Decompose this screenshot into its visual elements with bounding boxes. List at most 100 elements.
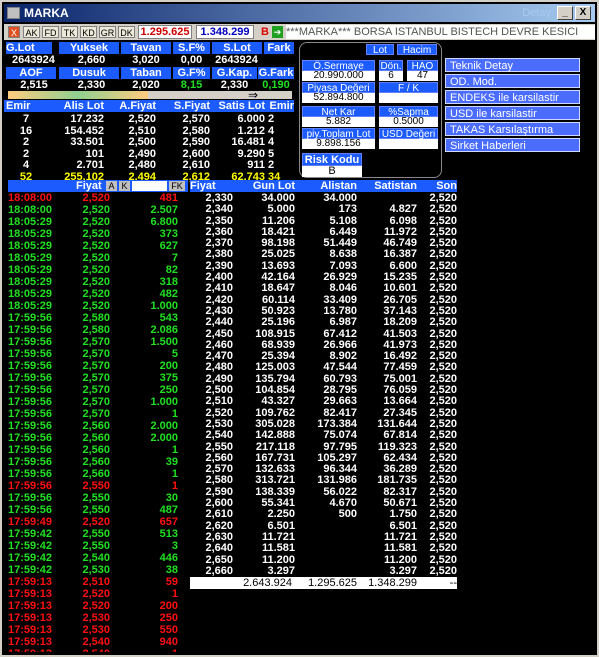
menu-item[interactable]: Sirket Haberleri — [445, 138, 580, 152]
depth-row[interactable]: 2,400 42.164 26.929 15.235 2,520 — [190, 271, 457, 283]
tab-gr[interactable]: GR — [99, 26, 116, 38]
depth-row[interactable]: 2,360 18.421 6.449 11.972 2,520 — [190, 226, 457, 238]
depth-row[interactable]: 2,530 305.028 173.384 131.644 2,520 — [190, 418, 457, 430]
trade-row[interactable]: 17:59:56 2,570 375 — [8, 372, 188, 384]
depth-row[interactable]: 2,450 108.915 67.412 41.503 2,520 — [190, 328, 457, 340]
order-row[interactable]: 2 33.501 2,500 2,590 16.481 4 — [4, 136, 294, 148]
depth-row[interactable]: 2,340 5.000 173 4.827 2,520 — [190, 203, 457, 215]
order-row[interactable]: 2 101 2,490 2,600 9.290 5 — [4, 148, 294, 160]
trade-row[interactable]: 17:59:13 2,510 59 — [8, 576, 188, 588]
range-slider[interactable]: ⇒ — [8, 88, 292, 102]
arrow-icon[interactable]: ➔ — [272, 26, 283, 38]
depth-row[interactable]: 2,510 43.327 29.663 13.664 2,520 — [190, 395, 457, 407]
fk-button[interactable]: FK — [169, 181, 185, 191]
tab-ak[interactable]: AK — [23, 26, 40, 38]
depth-row[interactable]: 2,380 25.025 8.638 16.387 2,520 — [190, 248, 457, 260]
trade-row[interactable]: 17:59:56 2,550 487 — [8, 504, 188, 516]
trade-row[interactable]: 17:59:56 2,570 5 — [8, 348, 188, 360]
menu-item[interactable]: Teknik Detay — [445, 58, 580, 72]
trade-row[interactable]: 17:59:56 2,570 1.500 — [8, 336, 188, 348]
depth-row[interactable]: 2,520 109.762 82.417 27.345 2,520 — [190, 407, 457, 419]
depth-row[interactable]: 2,350 11.206 5.108 6.098 2,520 — [190, 215, 457, 227]
a-button[interactable]: A — [106, 181, 117, 191]
menu-item[interactable]: TAKAS Karsılaştırma — [445, 122, 580, 136]
trade-row[interactable]: 17:59:56 2,560 1 — [8, 444, 188, 456]
depth-row[interactable]: 2,370 98.198 51.449 46.749 2,520 — [190, 237, 457, 249]
trade-row[interactable]: 17:59:56 2,560 1 — [8, 468, 188, 480]
trade-row[interactable]: 17:59:13 2,540 940 — [8, 636, 188, 648]
tab-kd[interactable]: KD — [80, 26, 97, 38]
depth-row[interactable]: 2,540 142.888 75.074 67.814 2,520 — [190, 429, 457, 441]
depth-row[interactable]: 2,390 13.693 7.093 6.600 2,520 — [190, 260, 457, 272]
lot-button[interactable]: Lot — [366, 44, 394, 56]
tab-fd[interactable]: FD — [42, 26, 59, 38]
trade-row[interactable]: 17:59:13 2,520 200 — [8, 600, 188, 612]
title-bar[interactable]: MARKA Detay _ X — [4, 4, 595, 22]
depth-row[interactable]: 2,500 104.854 28.795 76.059 2,520 — [190, 384, 457, 396]
order-row[interactable]: 16 154.452 2,510 2,580 1.212 4 — [4, 125, 294, 137]
depth-row[interactable]: 2,480 125.003 47.544 77.459 2,520 — [190, 361, 457, 373]
b-button[interactable]: B — [259, 26, 271, 38]
depth-row[interactable]: 2,460 68.939 26.966 41.973 2,520 — [190, 339, 457, 351]
depth-row[interactable]: 2,440 25.196 6.987 18.209 2,520 — [190, 316, 457, 328]
close-button[interactable]: X — [575, 6, 591, 20]
trade-row[interactable]: 17:59:13 2,530 550 — [8, 624, 188, 636]
menu-item[interactable]: USD ile karsilastir — [445, 106, 580, 120]
k-button[interactable]: K — [119, 181, 130, 191]
depth-row[interactable]: 2,620 6.501 6.501 2,520 — [190, 520, 457, 532]
depth-row[interactable]: 2,570 132.633 96.344 36.289 2,520 — [190, 463, 457, 475]
trade-row[interactable]: 18:05:29 2,520 7 — [8, 252, 188, 264]
trade-row[interactable]: 17:59:56 2,570 200 — [8, 360, 188, 372]
trade-row[interactable]: 18:05:29 2,520 6.800 — [8, 216, 188, 228]
depth-row[interactable]: 2,640 11.581 11.581 2,520 — [190, 542, 457, 554]
trade-row[interactable]: 17:59:42 2,540 446 — [8, 552, 188, 564]
trade-row[interactable]: 17:59:56 2,550 30 — [8, 492, 188, 504]
hacim-button[interactable]: Hacim — [397, 44, 437, 56]
depth-row[interactable]: 2,470 25.394 8.902 16.492 2,520 — [190, 350, 457, 362]
tab-dk[interactable]: DK — [118, 26, 135, 38]
trade-row[interactable]: 17:59:42 2,550 3 — [8, 540, 188, 552]
tab-tk[interactable]: TK — [61, 26, 78, 38]
depth-row[interactable]: 2,560 167.731 105.297 62.434 2,520 — [190, 452, 457, 464]
trade-row[interactable]: 17:59:42 2,550 513 — [8, 528, 188, 540]
trade-row[interactable]: 18:05:29 2,520 627 — [8, 240, 188, 252]
trade-row[interactable]: 18:08:00 2,520 481 — [8, 192, 188, 204]
trade-row[interactable]: 18:05:29 2,520 482 — [8, 288, 188, 300]
trade-row[interactable]: 17:59:56 2,560 2.000 — [8, 420, 188, 432]
depth-row[interactable]: 2,490 135.794 60.793 75.001 2,520 — [190, 373, 457, 385]
trade-row[interactable]: 17:59:56 2,560 39 — [8, 456, 188, 468]
menu-item[interactable]: OD. Mod. — [445, 74, 580, 88]
close-tab-button[interactable]: X — [8, 26, 20, 38]
trade-row[interactable]: 17:59:56 2,580 543 — [8, 312, 188, 324]
depth-row[interactable]: 2,650 11.200 11.200 2,520 — [190, 554, 457, 566]
depth-row[interactable]: 2,600 55.341 4.670 50.671 2,520 — [190, 497, 457, 509]
depth-row[interactable]: 2,610 2.250 500 1.750 2,520 — [190, 508, 457, 520]
depth-row[interactable]: 2,660 3.297 3.297 2,520 — [190, 565, 457, 577]
trade-row[interactable]: 17:59:56 2,560 2.000 — [8, 432, 188, 444]
trade-row[interactable]: 17:59:56 2,570 1 — [8, 408, 188, 420]
trade-row[interactable]: 18:05:29 2,520 82 — [8, 264, 188, 276]
trade-row[interactable]: 17:59:42 2,530 38 — [8, 564, 188, 576]
trade-row[interactable]: 17:59:13 2,540 1 — [8, 648, 188, 652]
trade-row[interactable]: 17:59:13 2,520 1 — [8, 588, 188, 600]
depth-row[interactable]: 2,590 138.339 56.022 82.317 2,520 — [190, 486, 457, 498]
trade-row[interactable]: 18:05:29 2,520 318 — [8, 276, 188, 288]
trade-row[interactable]: 17:59:56 2,580 2.086 — [8, 324, 188, 336]
trade-row[interactable]: 18:08:00 2,520 2.507 — [8, 204, 188, 216]
depth-row[interactable]: 2,550 217.118 97.795 119.323 2,520 — [190, 441, 457, 453]
depth-row[interactable]: 2,430 50.923 13.780 37.143 2,520 — [190, 305, 457, 317]
trade-row[interactable]: 17:59:56 2,550 1 — [8, 480, 188, 492]
order-row[interactable]: 7 17.232 2,520 2,570 6.000 2 — [4, 113, 294, 125]
depth-row[interactable]: 2,580 313.721 131.986 181.735 2,520 — [190, 474, 457, 486]
trade-row[interactable]: 17:59:13 2,530 250 — [8, 612, 188, 624]
depth-row[interactable]: 2,630 11.721 11.721 2,520 — [190, 531, 457, 543]
menu-item[interactable]: ENDEKS ile karsilastir — [445, 90, 580, 104]
filter-input[interactable] — [132, 181, 167, 191]
trade-row[interactable]: 17:59:56 2,570 1.000 — [8, 396, 188, 408]
depth-row[interactable]: 2,410 18.647 8.046 10.601 2,520 — [190, 282, 457, 294]
depth-row[interactable]: 2,420 60.114 33.409 26.705 2,520 — [190, 294, 457, 306]
trade-row[interactable]: 18:05:29 2,520 373 — [8, 228, 188, 240]
order-row[interactable]: 4 2.701 2,480 2,610 911 2 — [4, 159, 294, 171]
trade-row[interactable]: 17:59:56 2,570 250 — [8, 384, 188, 396]
trade-row[interactable]: 18:05:29 2,520 1.000 — [8, 300, 188, 312]
